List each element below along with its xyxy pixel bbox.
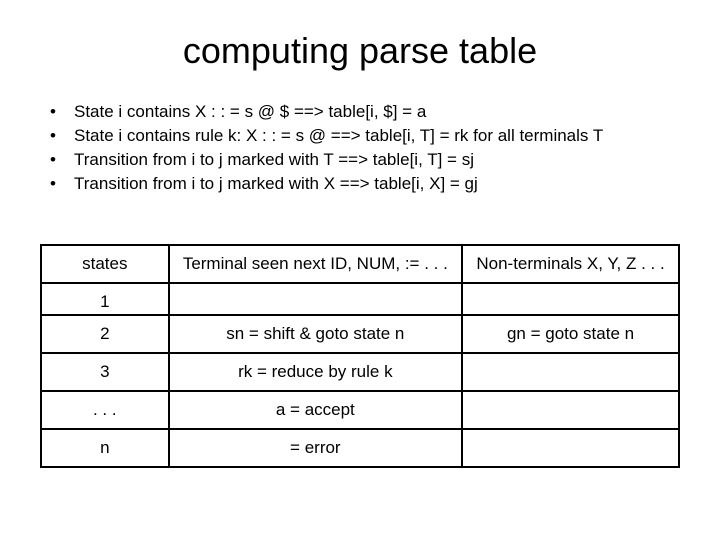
header-states: states [41, 245, 169, 283]
bullet-text: State i contains X : : = s @ $ ==> table… [74, 102, 680, 122]
bullet-dot: • [50, 102, 74, 122]
table-row: 1 [41, 283, 679, 315]
cell-terminal: sn = shift & goto state n [169, 315, 462, 353]
bullet-text: State i contains rule k: X : : = s @ ==>… [74, 126, 680, 146]
cell-state: 2 [41, 315, 169, 353]
cell-nonterm: gn = goto state n [462, 315, 679, 353]
bullet-text: Transition from i to j marked with T ==>… [74, 150, 680, 170]
table-header-row: states Terminal seen next ID, NUM, := . … [41, 245, 679, 283]
list-item: • Transition from i to j marked with X =… [50, 174, 680, 194]
cell-state: . . . [41, 391, 169, 429]
cell-terminal: a = accept [169, 391, 462, 429]
cell-nonterm [462, 353, 679, 391]
table-row: n = error [41, 429, 679, 467]
table-row: . . . a = accept [41, 391, 679, 429]
cell-terminal: = error [169, 429, 462, 467]
cell-nonterm [462, 283, 679, 315]
cell-nonterm [462, 429, 679, 467]
bullet-text: Transition from i to j marked with X ==>… [74, 174, 680, 194]
bullet-dot: • [50, 126, 74, 146]
bullet-list: • State i contains X : : = s @ $ ==> tab… [40, 102, 680, 194]
cell-terminal: rk = reduce by rule k [169, 353, 462, 391]
cell-state: 1 [41, 283, 169, 315]
table-row: 3 rk = reduce by rule k [41, 353, 679, 391]
parse-table: states Terminal seen next ID, NUM, := . … [40, 244, 680, 468]
cell-nonterm [462, 391, 679, 429]
list-item: • State i contains X : : = s @ $ ==> tab… [50, 102, 680, 122]
list-item: • Transition from i to j marked with T =… [50, 150, 680, 170]
bullet-dot: • [50, 150, 74, 170]
header-terminal: Terminal seen next ID, NUM, := . . . [169, 245, 462, 283]
bullet-dot: • [50, 174, 74, 194]
header-nonterminals: Non-terminals X, Y, Z . . . [462, 245, 679, 283]
cell-state: 3 [41, 353, 169, 391]
table-row: 2 sn = shift & goto state n gn = goto st… [41, 315, 679, 353]
cell-state: n [41, 429, 169, 467]
list-item: • State i contains rule k: X : : = s @ =… [50, 126, 680, 146]
slide-title: computing parse table [40, 30, 680, 72]
cell-terminal [169, 283, 462, 315]
